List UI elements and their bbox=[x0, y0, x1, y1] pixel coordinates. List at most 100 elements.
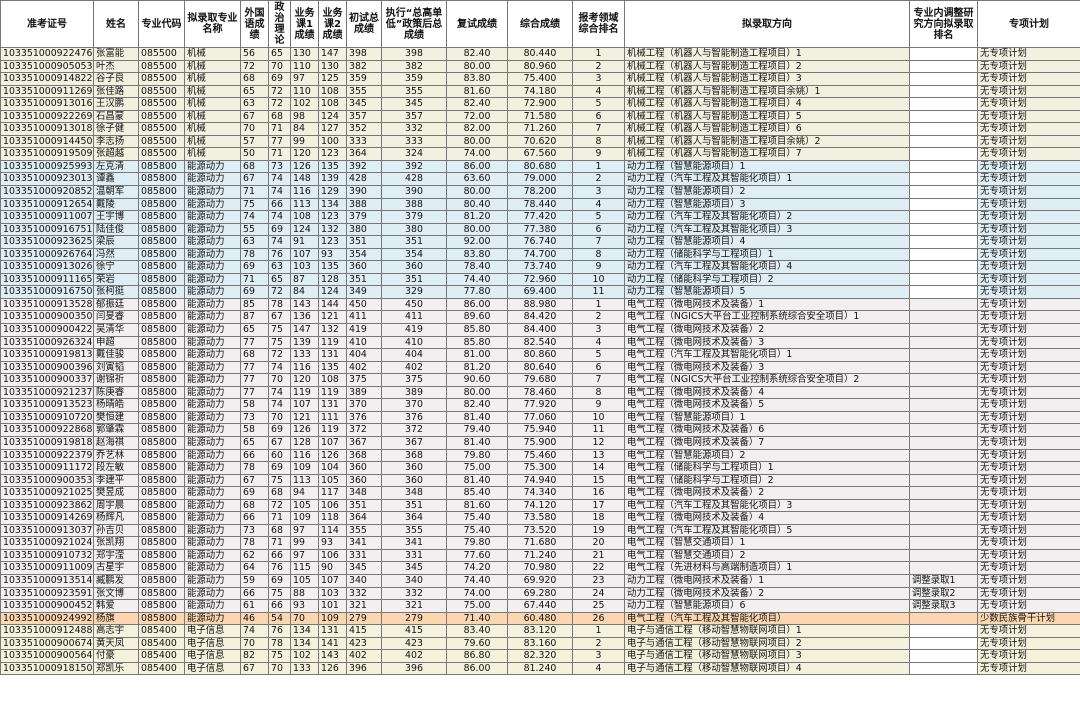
foreign-lang-cell: 68 bbox=[240, 498, 269, 513]
table-row: 103351000913018 徐子健 085500 机械 70 71 84 127 352 33… bbox=[0, 122, 1080, 136]
policy-total-cell: 332 bbox=[381, 122, 447, 136]
politics-cell: 66 bbox=[268, 548, 291, 563]
policy-total-cell: 380 bbox=[381, 222, 447, 237]
exam-id-cell: 103351000923862 bbox=[0, 498, 94, 513]
name-cell: 臧鹏发 bbox=[93, 573, 139, 588]
table-row: 103351000911269 张佳路 085500 机械 65 72 110 108 355 3… bbox=[0, 84, 1080, 99]
adjust-rank-cell bbox=[909, 109, 978, 124]
foreign-lang-cell: 56 bbox=[240, 47, 269, 61]
exam-id-cell: 103351000919813 bbox=[0, 348, 94, 362]
course1-cell: 97 bbox=[290, 523, 319, 538]
adjust-rank-cell bbox=[909, 122, 978, 136]
policy-total-cell: 379 bbox=[381, 210, 447, 224]
course2-cell: 127 bbox=[318, 122, 347, 136]
adjust-rank-cell bbox=[909, 285, 978, 299]
foreign-lang-cell: 63 bbox=[240, 97, 269, 111]
foreign-lang-cell: 82 bbox=[240, 649, 269, 663]
major-name-cell: 能源动力 bbox=[184, 323, 241, 337]
course1-cell: 128 bbox=[290, 435, 319, 450]
special-plan-cell: 无专项计划 bbox=[977, 323, 1080, 337]
composite-cell: 75.900 bbox=[507, 435, 573, 450]
rank-cell: 5 bbox=[572, 210, 625, 224]
composite-cell: 80.440 bbox=[507, 47, 573, 61]
name-cell: 谭鑫 bbox=[93, 172, 139, 186]
adjust-rank-cell bbox=[909, 624, 978, 638]
adjust-rank-cell bbox=[909, 473, 978, 488]
composite-cell: 72.960 bbox=[507, 272, 573, 287]
exam-id-cell: 103351000905053 bbox=[0, 59, 94, 74]
major-code-cell: 085400 bbox=[138, 649, 185, 663]
major-name-cell: 能源动力 bbox=[184, 586, 241, 601]
exam-id-cell: 103351000911172 bbox=[0, 461, 94, 475]
course2-cell: 131 bbox=[318, 398, 347, 412]
table-row: 103351000913037 孙吉贝 085800 能源动力 73 68 97 114 355… bbox=[0, 523, 1080, 538]
retest-cell: 75.00 bbox=[446, 599, 508, 613]
course1-cell: 120 bbox=[290, 147, 319, 161]
major-name-cell: 电子信息 bbox=[184, 624, 241, 638]
politics-cell: 78 bbox=[268, 297, 291, 312]
direction-cell: 电气工程（智慧能源项目）2 bbox=[624, 448, 910, 463]
major-name-cell: 能源动力 bbox=[184, 498, 241, 513]
initial-total-cell: 357 bbox=[346, 109, 382, 124]
foreign-lang-cell: 77 bbox=[240, 360, 269, 375]
direction-cell: 电气工程（NGICS大平台工业控制系统综合安全项目）1 bbox=[624, 310, 910, 325]
politics-cell: 77 bbox=[268, 134, 291, 149]
retest-cell: 74.20 bbox=[446, 561, 508, 575]
table-row: 103351000922868 郭肇霖 085800 能源动力 58 69 126 119 37… bbox=[0, 423, 1080, 437]
initial-total-cell: 450 bbox=[346, 297, 382, 312]
direction-cell: 动力工程（储能科学与工程项目）1 bbox=[624, 247, 910, 262]
foreign-lang-cell: 61 bbox=[240, 599, 269, 613]
retest-cell: 75.40 bbox=[446, 523, 508, 538]
policy-total-cell: 331 bbox=[381, 548, 447, 563]
retest-cell: 75.00 bbox=[446, 461, 508, 475]
composite-cell: 73.580 bbox=[507, 511, 573, 525]
major-code-cell: 085800 bbox=[138, 461, 185, 475]
name-cell: 郁振廷 bbox=[93, 297, 139, 312]
rank-cell: 2 bbox=[572, 59, 625, 74]
major-name-cell: 机械 bbox=[184, 59, 241, 74]
composite-cell: 74.120 bbox=[507, 498, 573, 513]
rank-cell: 4 bbox=[572, 661, 625, 676]
name-cell: 张柯挺 bbox=[93, 285, 139, 299]
name-cell: 叶杰 bbox=[93, 59, 139, 74]
direction-cell: 动力工程（汽车工程及其智能化项目）4 bbox=[624, 260, 910, 274]
special-plan-cell: 无专项计划 bbox=[977, 548, 1080, 563]
major-code-cell: 085800 bbox=[138, 385, 185, 400]
retest-cell: 81.40 bbox=[446, 435, 508, 450]
adjust-rank-cell bbox=[909, 297, 978, 312]
name-cell: 张凯翔 bbox=[93, 536, 139, 550]
rank-cell: 11 bbox=[572, 285, 625, 299]
foreign-lang-cell: 68 bbox=[240, 72, 269, 86]
name-cell: 冯然 bbox=[93, 247, 139, 262]
direction-cell: 机械工程（机器人与智能制造工程项目）1 bbox=[624, 47, 910, 61]
initial-total-cell: 367 bbox=[346, 435, 382, 450]
adjust-rank-cell bbox=[909, 197, 978, 212]
major-name-cell: 能源动力 bbox=[184, 373, 241, 387]
name-cell: 段左敏 bbox=[93, 461, 139, 475]
rank-cell: 9 bbox=[572, 260, 625, 274]
initial-total-cell: 364 bbox=[346, 147, 382, 161]
course1-cell: 97 bbox=[290, 548, 319, 563]
major-name-cell: 机械 bbox=[184, 134, 241, 149]
initial-total-cell: 382 bbox=[346, 59, 382, 74]
special-plan-cell: 无专项计划 bbox=[977, 147, 1080, 161]
table-row: 103351000922379 乔艺林 085800 能源动力 66 60 116 126 36… bbox=[0, 448, 1080, 463]
name-cell: 黄天凤 bbox=[93, 636, 139, 651]
politics-cell: 72 bbox=[268, 97, 291, 111]
special-plan-cell: 无专项计划 bbox=[977, 373, 1080, 387]
course1-cell: 120 bbox=[290, 373, 319, 387]
course1-cell: 107 bbox=[290, 247, 319, 262]
exam-id-cell: 103351000925993 bbox=[0, 159, 94, 174]
table-row: 103351000914269 杨辉凡 085800 能源动力 66 71 109 118 36… bbox=[0, 511, 1080, 525]
direction-cell: 机械工程（机器人与智能制造工程项目）5 bbox=[624, 109, 910, 124]
policy-total-cell: 410 bbox=[381, 335, 447, 350]
exam-id-cell: 103351000922379 bbox=[0, 448, 94, 463]
table-row: 103351000911007 王宇博 085800 能源动力 74 74 108 123 37… bbox=[0, 210, 1080, 224]
initial-total-cell: 419 bbox=[346, 323, 382, 337]
major-code-cell: 085400 bbox=[138, 661, 185, 676]
direction-cell: 电气工程（汽车工程及其智能化项目）3 bbox=[624, 498, 910, 513]
retest-cell: 79.40 bbox=[446, 423, 508, 437]
course1-cell: 97 bbox=[290, 72, 319, 86]
exam-id-cell: 103351000923591 bbox=[0, 586, 94, 601]
retest-cell: 82.40 bbox=[446, 398, 508, 412]
